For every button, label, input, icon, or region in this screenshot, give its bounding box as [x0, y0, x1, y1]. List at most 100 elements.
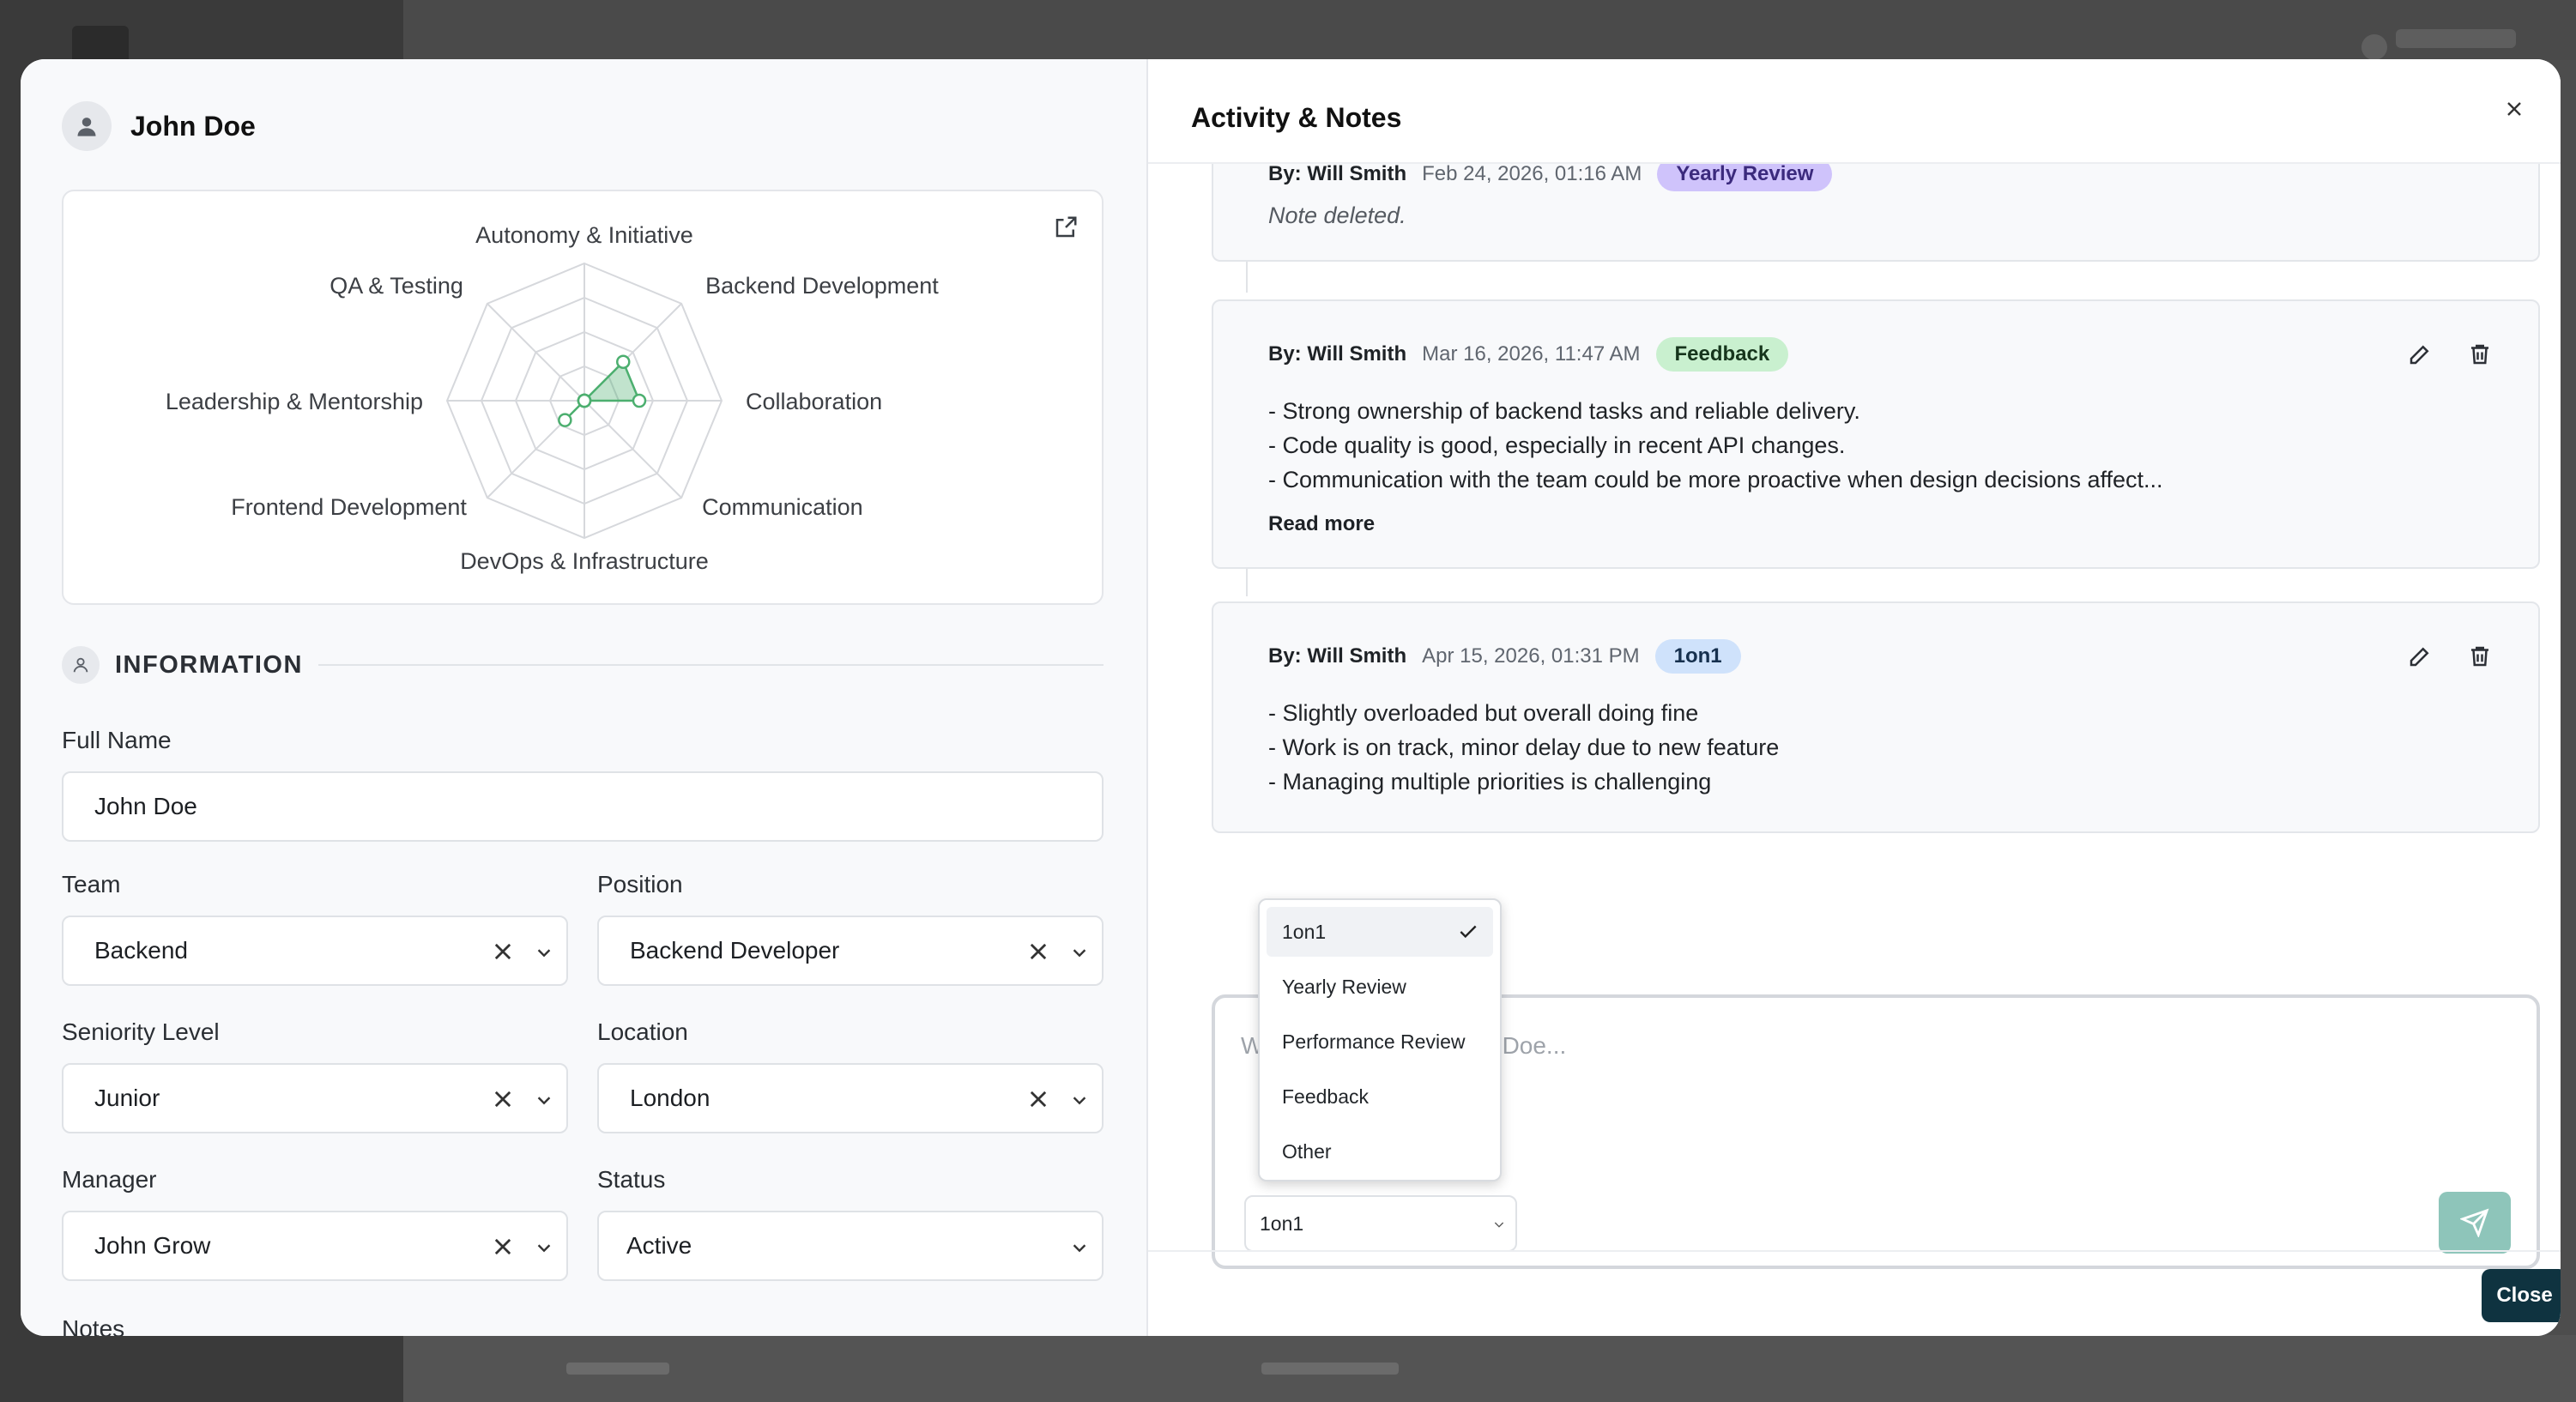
note-type-option[interactable]: 1on1 [1267, 907, 1493, 957]
backdrop-content [403, 1335, 2576, 1402]
note-type-option[interactable]: Other [1267, 1127, 1493, 1176]
note-timestamp: Feb 24, 2026, 01:16 AM [1422, 162, 1642, 185]
note-body: - Strong ownership of backend tasks and … [1268, 394, 2163, 497]
seniority-value: Junior [94, 1085, 160, 1111]
note-type-dropdown: 1on1 Yearly Review Performance Review Fe… [1258, 898, 1502, 1181]
position-label: Position [597, 871, 683, 897]
read-more-link[interactable]: Read more [1268, 512, 1375, 536]
status-select[interactable]: Active [597, 1211, 1104, 1281]
clear-icon[interactable] [491, 1235, 515, 1259]
clear-icon[interactable] [1026, 1087, 1050, 1111]
position-value: Backend Developer [630, 937, 840, 964]
location-value: London [630, 1085, 711, 1111]
employee-modal: John Doe Autonomy & Initiative Backend De… [21, 59, 2561, 1336]
full-name-label: Full Name [62, 727, 172, 753]
team-label: Team [62, 871, 121, 897]
close-icon[interactable] [2497, 92, 2531, 126]
status-label: Status [597, 1166, 666, 1193]
timeline-connector [1246, 565, 1248, 596]
note-line: - Managing multiple priorities is challe… [1268, 769, 1712, 795]
status-value: Active [626, 1232, 692, 1259]
footer-divider [1148, 1250, 2561, 1252]
note-type-option[interactable]: Feedback [1267, 1072, 1493, 1121]
team-value: Backend [94, 937, 188, 964]
note-type-value: 1on1 [1260, 1212, 1304, 1235]
radar-point [558, 413, 572, 427]
note-author: By: Will Smith [1268, 644, 1407, 668]
clear-icon[interactable] [491, 1087, 515, 1111]
send-button[interactable] [2439, 1192, 2511, 1254]
note-meta: By: Will Smith Mar 16, 2026, 11:47 AM Fe… [1268, 337, 1789, 372]
note-card: By: Will Smith Apr 15, 2026, 01:31 PM 1o… [1212, 601, 2540, 833]
manager-label: Manager [62, 1166, 157, 1193]
manager-value: John Grow [94, 1232, 211, 1259]
note-author: By: Will Smith [1268, 162, 1407, 185]
chevron-down-icon [1494, 1222, 1504, 1228]
note-type-select[interactable]: 1on1 [1244, 1195, 1517, 1252]
radar-axis-label: Frontend Development [231, 494, 467, 520]
chevron-down-icon[interactable] [534, 943, 554, 962]
note-type-option[interactable]: Performance Review [1267, 1017, 1493, 1067]
note-timestamp: Mar 16, 2026, 11:47 AM [1422, 342, 1641, 366]
check-icon [1460, 925, 1477, 939]
divider [317, 664, 1104, 666]
note-author: By: Will Smith [1268, 342, 1407, 366]
trash-icon[interactable] [2463, 639, 2497, 674]
note-body: - Slightly overloaded but overall doing … [1268, 696, 1779, 799]
employee-details-panel: John Doe Autonomy & Initiative Backend De… [21, 59, 1148, 1336]
close-button[interactable]: Close [2482, 1269, 2561, 1322]
note-type-option[interactable]: Yearly Review [1267, 962, 1493, 1012]
skills-radar-card: Autonomy & Initiative Backend Development… [62, 190, 1104, 605]
radar-axis-label: DevOps & Infrastructure [460, 548, 709, 574]
timeline-connector [1246, 262, 1248, 293]
person-icon [62, 101, 112, 151]
option-label: 1on1 [1282, 920, 1327, 943]
note-line: - Communication with the team could be m… [1268, 467, 2163, 493]
option-label: Feedback [1282, 1085, 1370, 1108]
notes-label: Notes [62, 1315, 125, 1336]
edit-icon[interactable] [2403, 337, 2437, 372]
location-select[interactable]: London [597, 1063, 1104, 1133]
note-tag: 1on1 [1654, 639, 1741, 674]
skills-radar-chart: Autonomy & Initiative Backend Development… [166, 222, 939, 574]
radar-point [632, 393, 647, 408]
chevron-down-icon[interactable] [1069, 1091, 1090, 1109]
chevron-down-icon[interactable] [1069, 943, 1090, 962]
position-select[interactable]: Backend Developer [597, 916, 1104, 986]
user-name-placeholder [2396, 29, 2516, 48]
trash-icon[interactable] [2463, 337, 2497, 372]
note-body: Note deleted. [1268, 198, 1406, 233]
note-line: - Code quality is good, especially in re… [1268, 432, 1846, 458]
backdrop-text [566, 1363, 669, 1375]
edit-icon[interactable] [2403, 639, 2437, 674]
full-name-input[interactable]: John Doe [62, 771, 1104, 842]
team-select[interactable]: Backend [62, 916, 568, 986]
radar-point [616, 354, 631, 369]
backdrop-text [1261, 1363, 1399, 1375]
manager-select[interactable]: John Grow [62, 1211, 568, 1281]
note-card: By: Will Smith Mar 16, 2026, 11:47 AM Fe… [1212, 299, 2540, 569]
chevron-down-icon[interactable] [534, 1238, 554, 1257]
seniority-label: Seniority Level [62, 1018, 220, 1045]
radar-point [577, 393, 592, 408]
radar-axis-label: QA & Testing [330, 273, 463, 299]
clear-icon[interactable] [1026, 940, 1050, 964]
location-label: Location [597, 1018, 688, 1045]
user-avatar [2361, 34, 2387, 60]
clear-icon[interactable] [491, 940, 515, 964]
full-name-value: John Doe [94, 793, 197, 819]
radar-axis-label: Leadership & Mentorship [166, 389, 423, 414]
chevron-down-icon[interactable] [1069, 1238, 1090, 1257]
note-timestamp: Apr 15, 2026, 01:31 PM [1422, 644, 1640, 668]
section-title: INFORMATION [115, 650, 303, 679]
note-meta: By: Will Smith Apr 15, 2026, 01:31 PM 1o… [1268, 639, 1741, 674]
external-link-icon[interactable] [1047, 208, 1085, 246]
radar-axis-label: Autonomy & Initiative [475, 222, 693, 248]
information-section-header: INFORMATION [62, 646, 1104, 684]
option-label: Performance Review [1282, 1030, 1466, 1053]
seniority-select[interactable]: Junior [62, 1063, 568, 1133]
modal-header-left: John Doe [62, 100, 256, 152]
send-icon [2460, 1208, 2489, 1237]
chevron-down-icon[interactable] [534, 1091, 554, 1109]
option-label: Yearly Review [1282, 975, 1406, 998]
